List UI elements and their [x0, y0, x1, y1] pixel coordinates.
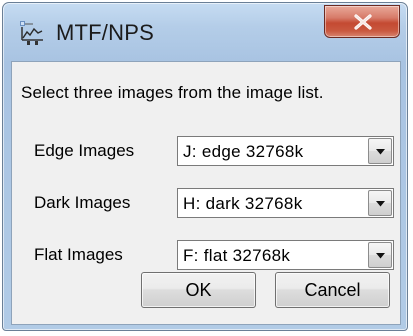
dark-images-label: Dark Images	[34, 193, 131, 212]
dark-images-dropdown-button[interactable]	[368, 190, 392, 216]
flat-images-label: Flat Images	[34, 245, 123, 264]
cancel-button[interactable]: Cancel	[275, 272, 390, 308]
dark-images-value: H: dark 32768k	[183, 194, 303, 213]
edge-images-value: J: edge 32768k	[183, 142, 304, 161]
flat-images-value: F: flat 32768k	[183, 246, 291, 265]
window-title: MTF/NPS	[56, 20, 154, 45]
image-analysis-icon	[19, 20, 45, 46]
flat-images-select[interactable]: F: flat 32768k	[177, 240, 394, 270]
dialog-client-area: Select three images from the image list.…	[11, 61, 401, 325]
title-bar[interactable]: MTF/NPS	[3, 3, 407, 61]
flat-images-dropdown-button[interactable]	[368, 242, 392, 268]
instruction-text: Select three images from the image list.	[21, 83, 324, 102]
dark-images-select[interactable]: H: dark 32768k	[177, 188, 394, 218]
mtf-nps-dialog-window: MTF/NPS Select three images from the ima…	[2, 2, 408, 331]
ok-button[interactable]: OK	[141, 272, 256, 308]
edge-images-dropdown-button[interactable]	[368, 138, 392, 164]
close-button[interactable]	[324, 5, 400, 38]
edge-images-label: Edge Images	[34, 141, 135, 160]
edge-images-select[interactable]: J: edge 32768k	[177, 136, 394, 166]
